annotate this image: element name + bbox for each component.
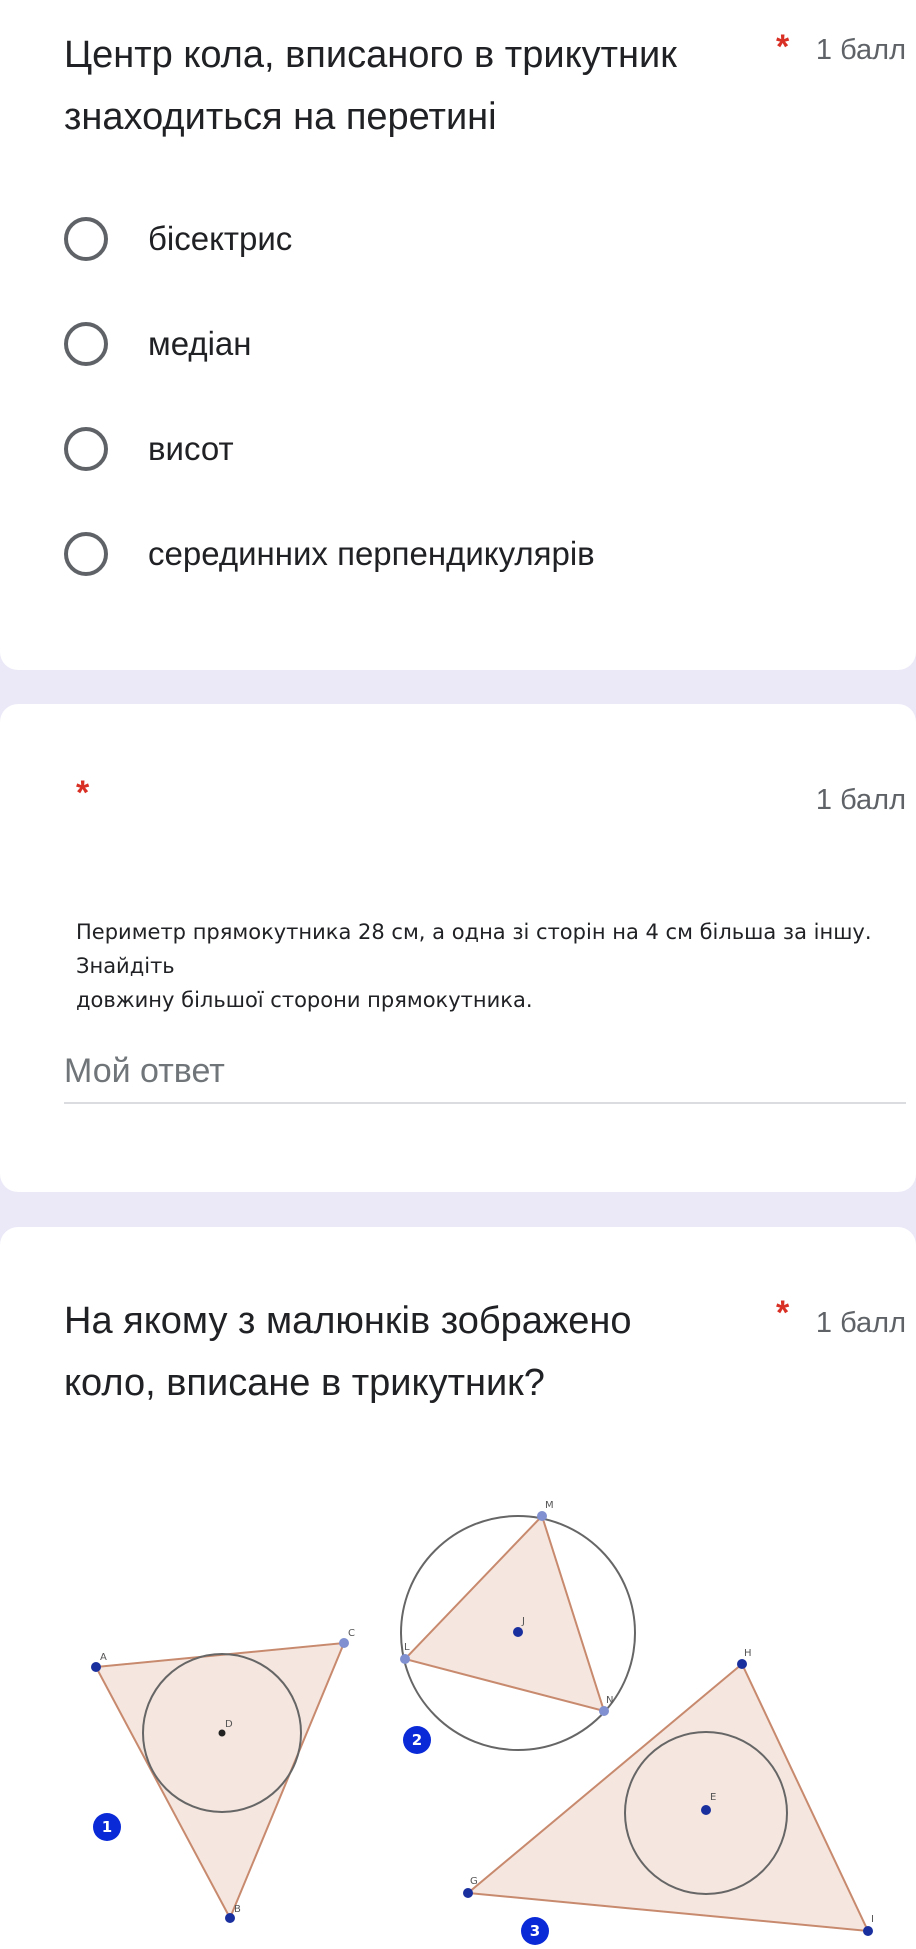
required-asterisk: * [76, 774, 90, 812]
prompt-line: довжину більшої сторони прямокутника. [76, 988, 533, 1012]
radio-button[interactable] [64, 322, 108, 366]
point-label: B [234, 1904, 241, 1915]
points-label: 1 балл [815, 34, 906, 66]
badge-2-label: 2 [412, 1731, 422, 1749]
option-label: серединних перпендикулярів [148, 535, 595, 572]
option-label: висот [148, 430, 234, 467]
question-title: Центр кола, вписаного в трикутник знаход… [64, 24, 677, 148]
question-title-line: знаходиться на перетині [64, 96, 497, 138]
point-label: G [470, 1876, 478, 1887]
figure-2-circumcircle: M L N J 2 [400, 1500, 636, 1754]
answer-input[interactable] [64, 1040, 906, 1104]
point-label: I [871, 1914, 874, 1925]
points-label: 1 балл [815, 1307, 906, 1339]
point-label: C [348, 1628, 355, 1639]
question-title-line: коло, вписане в трикутник? [64, 1362, 545, 1404]
points-label: 1 балл [815, 784, 906, 816]
point-label: J [521, 1616, 525, 1627]
required-asterisk: * [776, 1294, 790, 1332]
point-label: L [404, 1642, 410, 1653]
badge-3-label: 3 [530, 1922, 540, 1940]
question-title-line: На якому з малюнків зображено [64, 1300, 632, 1342]
point-label: A [100, 1652, 107, 1663]
question-prompt: Периметр прямокутника 28 см, а одна зі с… [76, 915, 906, 1017]
point-label: H [744, 1648, 752, 1659]
point-label: E [710, 1792, 716, 1803]
badge-1-label: 1 [102, 1818, 112, 1836]
radio-button[interactable] [64, 532, 108, 576]
point-label: N [606, 1695, 613, 1706]
option-medians[interactable]: медіан [64, 314, 251, 374]
radio-button[interactable] [64, 427, 108, 471]
point-label: M [545, 1500, 554, 1511]
radio-button[interactable] [64, 217, 108, 261]
option-label: бісектрис [148, 220, 293, 257]
geometry-figure: A C B D 1 M L N J 2 H G I E 3 [91, 1500, 874, 1945]
option-heights[interactable]: висот [64, 419, 234, 479]
option-label: медіан [148, 325, 252, 362]
option-bisectors[interactable]: бісектрис [64, 209, 292, 269]
figure-1-incircle: A C B D 1 [91, 1628, 355, 1923]
question-title-line: Центр кола, вписаного в трикутник [64, 34, 677, 76]
point-label: D [225, 1719, 233, 1730]
question-card-1: Центр кола, вписаного в трикутник знаход… [0, 0, 916, 670]
prompt-line: Периметр прямокутника 28 см, а одна зі с… [76, 920, 872, 978]
figure-3-incircle: H G I E 3 [463, 1648, 874, 1945]
question-title: На якому з малюнків зображено коло, впис… [64, 1290, 632, 1414]
option-perpendicular-bisectors[interactable]: серединних перпендикулярів [64, 524, 595, 584]
required-asterisk: * [776, 28, 790, 66]
